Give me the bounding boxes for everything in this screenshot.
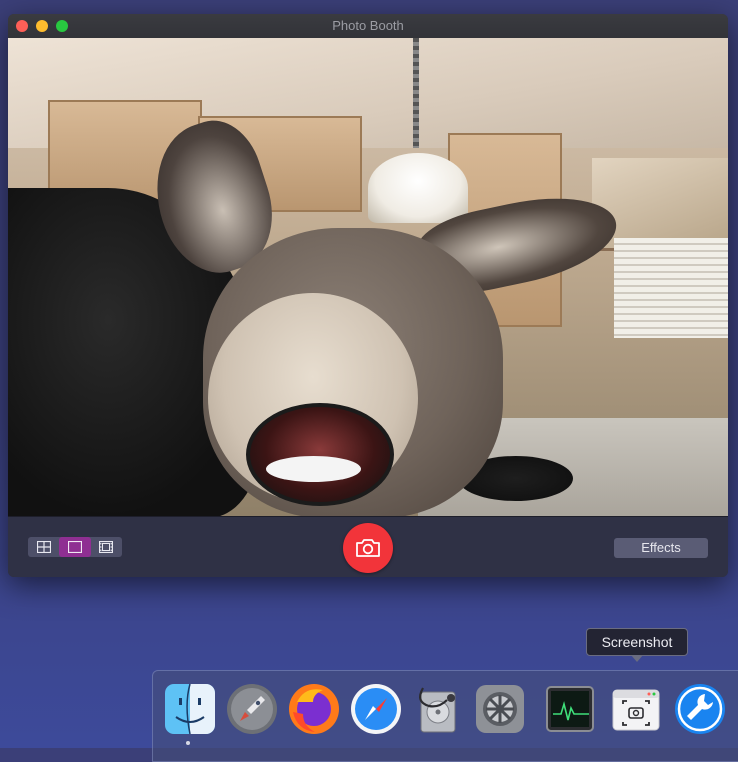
dock-item-system-preferences[interactable] [473,682,527,736]
lamp-chain [413,38,419,148]
pendant-lamp [368,153,468,223]
stethoscope-disk-icon [418,687,456,733]
film-strip-icon [99,541,114,553]
take-photo-button[interactable] [343,523,393,573]
dock-item-disk-utility[interactable] [411,682,465,736]
camera-preview [8,38,728,516]
single-mode-button[interactable] [59,537,91,557]
window-blind [614,238,728,338]
dock-item-safari[interactable] [349,682,403,736]
dock-item-utility[interactable] [673,682,727,736]
four-up-mode-button[interactable] [28,537,59,557]
dock-item-screenshot[interactable] [609,682,663,736]
window-title: Photo Booth [332,18,404,33]
tooltip-arrow [631,655,643,662]
bottom-toolbar: Effects [8,516,728,577]
dock-tooltip: Screenshot [586,628,688,656]
rocket-icon [227,684,277,734]
effects-button[interactable]: Effects [614,538,708,558]
title-bar[interactable]: Photo Booth [8,14,728,39]
grid-four-icon [36,541,51,553]
photo-booth-window: Photo Booth Effects [8,14,728,577]
camera-icon [356,539,380,557]
single-frame-icon [67,541,82,553]
gear-icon [476,685,524,733]
finder-icon [165,683,215,735]
compass-icon [351,684,401,734]
dock-item-launchpad[interactable] [225,682,279,736]
firefox-icon [289,684,339,734]
dock [152,670,738,762]
donkey-mouth [246,403,394,506]
dock-item-activity-monitor[interactable] [543,682,597,736]
dock-item-finder[interactable] [163,682,217,736]
finder-running-indicator [186,741,190,745]
movie-mode-button[interactable] [91,537,122,557]
wrench-icon [675,684,725,734]
donkey-teeth [266,456,361,482]
layout-mode-control [28,537,122,557]
screenshot-icon [612,689,660,731]
activity-monitor-icon [546,686,594,732]
dock-item-firefox[interactable] [287,682,341,736]
